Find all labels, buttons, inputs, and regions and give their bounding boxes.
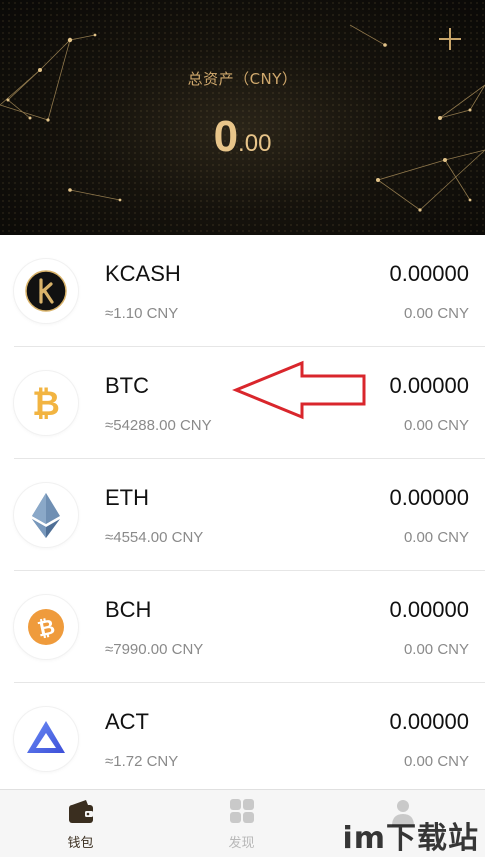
coin-balance: 0.00000 bbox=[389, 373, 469, 398]
red-arrow-annotation bbox=[232, 360, 366, 420]
coin-row-kcash[interactable]: KCASH ≈1.10 CNY 0.00000 0.00 CNY bbox=[0, 235, 485, 347]
total-assets-label: 总资产（CNY） bbox=[187, 70, 298, 88]
coin-price: ≈4554.00 CNY bbox=[105, 529, 204, 546]
tab-label: 发现 bbox=[228, 836, 255, 851]
coin-balance: 0.00000 bbox=[389, 709, 469, 734]
bitcoin-icon: ₿ bbox=[14, 371, 78, 435]
coin-price: ≈1.72 CNY bbox=[105, 753, 179, 770]
coin-row-act[interactable]: ACT ≈1.72 CNY 0.00000 0.00 CNY bbox=[0, 683, 485, 795]
coin-balance: 0.00000 bbox=[389, 261, 469, 286]
total-assets-amount: 0.00 bbox=[0, 112, 485, 162]
ethereum-icon bbox=[14, 483, 78, 547]
coin-row-bch[interactable]: ₿ BCH ≈7990.00 CNY 0.00000 0.00 CNY bbox=[0, 571, 485, 683]
coin-row-eth[interactable]: ETH ≈4554.00 CNY 0.00000 0.00 CNY bbox=[0, 459, 485, 571]
achain-icon bbox=[14, 707, 78, 771]
amount-integer: 0 bbox=[213, 112, 239, 161]
grid-icon bbox=[230, 799, 254, 823]
bitcoin-cash-icon: ₿ bbox=[14, 595, 78, 659]
coin-price: ≈54288.00 CNY bbox=[105, 417, 212, 434]
coin-value: 0.00 CNY bbox=[403, 529, 469, 546]
coin-balance: 0.00000 bbox=[389, 597, 469, 622]
amount-decimal: .00 bbox=[238, 130, 272, 157]
coin-balance: 0.00000 bbox=[389, 485, 469, 510]
tab-label: 钱包 bbox=[67, 836, 94, 851]
tab-discover[interactable]: 发现 bbox=[161, 790, 322, 857]
coin-symbol: ETH bbox=[105, 485, 149, 510]
add-asset-button[interactable] bbox=[433, 22, 467, 56]
coin-symbol: BTC bbox=[105, 373, 149, 398]
coin-value: 0.00 CNY bbox=[403, 417, 469, 434]
coin-price: ≈7990.00 CNY bbox=[105, 641, 204, 658]
coin-list: KCASH ≈1.10 CNY 0.00000 0.00 CNY ₿ BTC ≈… bbox=[0, 235, 485, 795]
wallet-screen: 总资产（CNY） 0.00 KCASH ≈1.10 CNY 0.00000 0.… bbox=[0, 0, 485, 857]
coin-symbol: KCASH bbox=[105, 261, 181, 286]
asset-header: 总资产（CNY） 0.00 bbox=[0, 0, 485, 235]
coin-value: 0.00 CNY bbox=[403, 305, 469, 322]
coin-value: 0.00 CNY bbox=[403, 753, 469, 770]
wallet-icon bbox=[69, 800, 93, 823]
coin-symbol: BCH bbox=[105, 597, 152, 622]
coin-price: ≈1.10 CNY bbox=[105, 305, 179, 322]
svg-text:₿: ₿ bbox=[32, 384, 60, 424]
tab-wallet[interactable]: 钱包 bbox=[0, 790, 161, 857]
coin-symbol: ACT bbox=[105, 709, 149, 734]
coin-value: 0.00 CNY bbox=[403, 641, 469, 658]
watermark-text: im下载站 bbox=[342, 821, 479, 856]
kcash-icon bbox=[14, 259, 78, 323]
